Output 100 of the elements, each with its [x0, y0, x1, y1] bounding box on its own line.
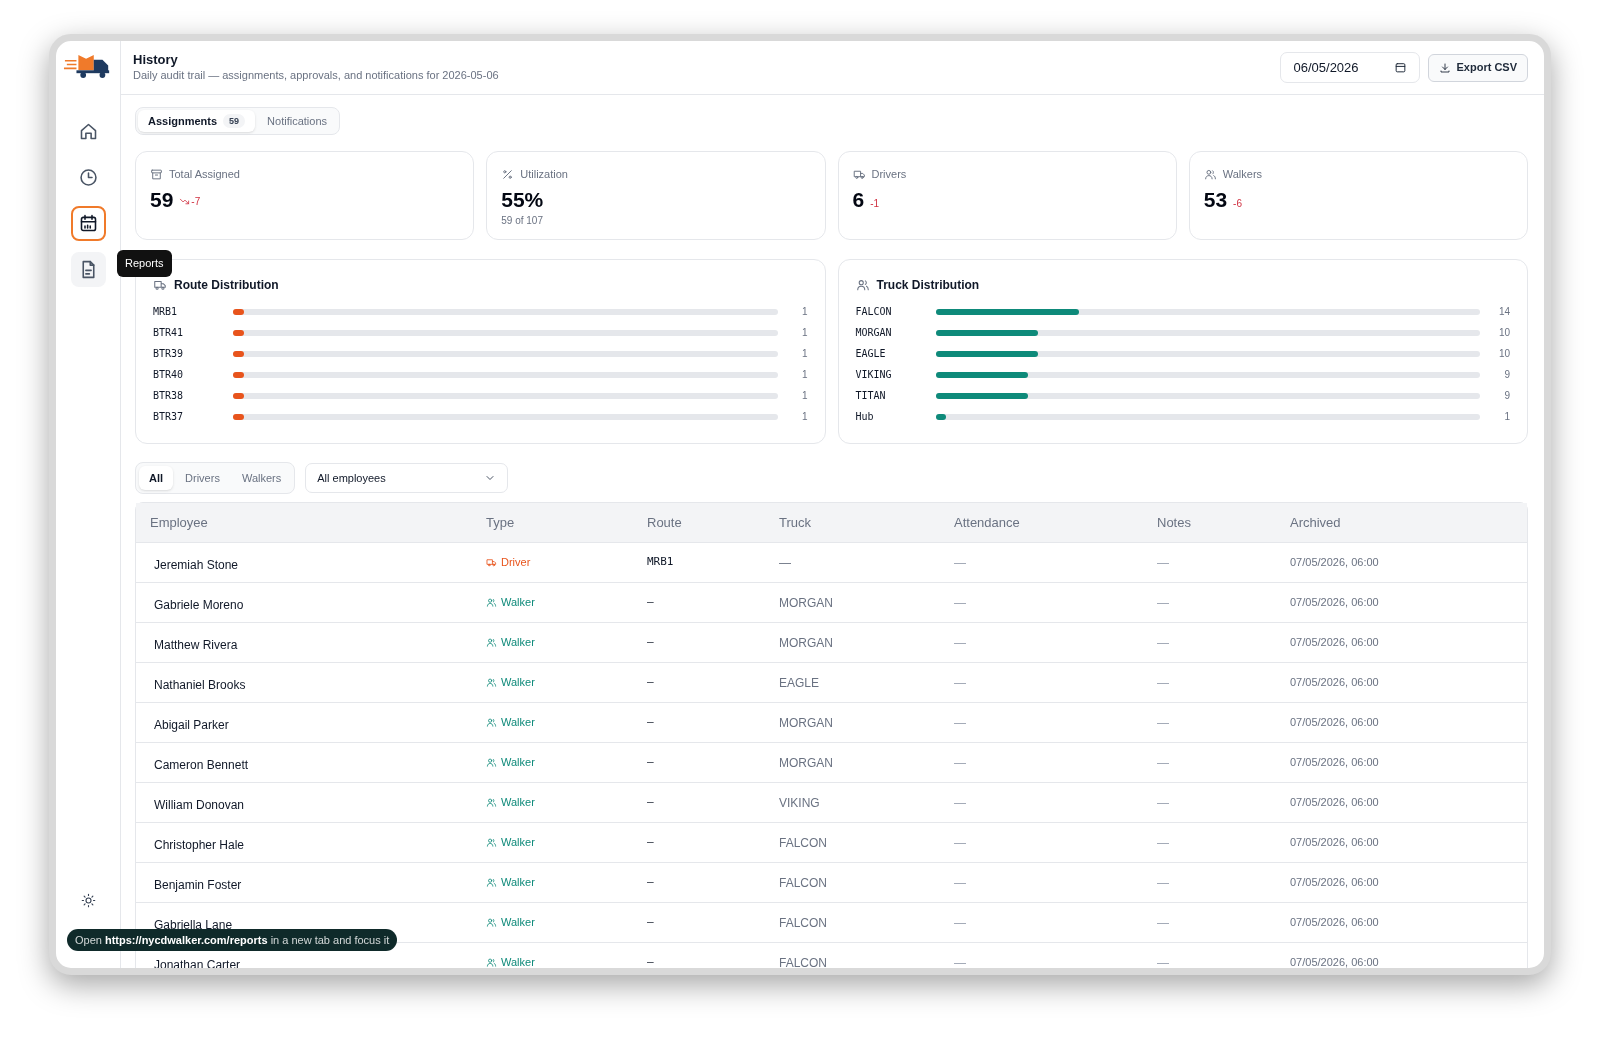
bar-label: BTR40 [153, 368, 185, 382]
table-cell-text: — [954, 674, 967, 692]
date-field[interactable]: 06/05/2026 [1280, 52, 1421, 83]
table-cell-text: 07/05/2026, 06:00 [1290, 955, 1380, 968]
people-icon [855, 278, 870, 292]
table-cell-text: William Donovan [153, 796, 246, 814]
table-cell-text: – [647, 914, 655, 931]
table-cell-text: — [954, 834, 967, 852]
card-title: Truck Distribution [876, 277, 980, 294]
table-cell-text: — [954, 594, 967, 612]
type-label: Walker [501, 835, 535, 851]
table-cell-text: FALCON [779, 914, 828, 932]
table-cell-text: – [647, 754, 655, 771]
employee-select[interactable]: All employees [305, 463, 509, 493]
table-cell-text: — [1157, 594, 1170, 612]
column-header: Type [486, 513, 516, 532]
bar-count: 1 [800, 410, 808, 424]
type-label: Walker [501, 955, 535, 968]
stat-delta: -1 [870, 196, 880, 211]
table-cell-text: 07/05/2026, 06:00 [1290, 875, 1380, 891]
table-cell-text: — [1157, 954, 1170, 968]
stat-value: 53 [1203, 186, 1228, 213]
table-cell-text: Gabriele Moreno [153, 596, 245, 614]
column-header: Attendance [954, 513, 1021, 532]
table-cell-text: — [1157, 714, 1170, 732]
table-cell-text: VIKING [779, 794, 821, 812]
count-badge: 59 [223, 114, 246, 128]
people-icon [486, 597, 497, 608]
truck-icon [486, 557, 497, 568]
table-cell-text: FALCON [779, 954, 828, 968]
column-header: Archived [1290, 513, 1342, 532]
table-cell-text: – [647, 674, 655, 691]
table-cell-text: Jeremiah Stone [153, 556, 240, 574]
type-label: Walker [501, 635, 535, 651]
people-icon [1203, 167, 1217, 181]
table-cell-text: MORGAN [779, 594, 834, 612]
column-header: Notes [1157, 513, 1192, 532]
export-csv-button[interactable]: Export CSV [1428, 53, 1528, 82]
filter-tab[interactable]: Walkers [231, 466, 292, 490]
people-icon [486, 797, 497, 808]
bar-count: 1 [800, 305, 808, 319]
stat-value: 6 [852, 186, 865, 213]
bar-label: FALCON [855, 305, 893, 319]
table-cell-text: FALCON [779, 874, 828, 892]
bar-count: 1 [800, 347, 808, 361]
filter-tab[interactable]: All [139, 466, 174, 490]
table-cell-text: — [779, 554, 792, 572]
table-cell-text: 07/05/2026, 06:00 [1290, 915, 1380, 931]
table-cell-text: Christopher Hale [153, 836, 246, 854]
people-icon [486, 677, 497, 688]
bar-count: 1 [800, 389, 808, 403]
column-header: Route [647, 513, 683, 532]
column-header: Truck [779, 513, 813, 532]
stat-label: Total Assigned [169, 167, 240, 182]
stat-delta: -7 [191, 194, 201, 209]
table-cell-text: — [954, 714, 967, 732]
sidebar-nav-button[interactable] [70, 206, 106, 241]
filter-tab[interactable]: Drivers [175, 466, 230, 490]
percent-icon [501, 167, 515, 181]
table-cell-text: – [647, 834, 655, 851]
bar-count: 10 [1497, 347, 1510, 361]
table-cell-text: — [1157, 914, 1170, 932]
calendar-icon[interactable] [1394, 61, 1408, 74]
table-cell-text: 07/05/2026, 06:00 [1290, 755, 1380, 771]
bar-count: 1 [1503, 410, 1510, 424]
table-cell-text: — [1157, 634, 1170, 652]
bar-label: TITAN [855, 389, 887, 403]
table-cell-text: 07/05/2026, 06:00 [1290, 675, 1380, 691]
table-cell-text: – [647, 634, 655, 651]
table-cell-text: 07/05/2026, 06:00 [1290, 835, 1380, 851]
table-cell-text: — [1157, 754, 1170, 772]
people-icon [486, 957, 497, 968]
table-cell-text: MORGAN [779, 714, 834, 732]
stat-label: Utilization [520, 167, 568, 182]
bar-label: MORGAN [855, 326, 893, 340]
table-cell-text: FALCON [779, 834, 828, 852]
type-label: Walker [501, 915, 535, 931]
people-icon [486, 837, 497, 848]
stat-subtext: 59 of 107 [501, 213, 544, 228]
table-cell-text: — [954, 554, 967, 572]
bar-label: EAGLE [855, 347, 887, 361]
sun-icon [80, 892, 96, 908]
bar-count: 10 [1497, 326, 1510, 340]
tab[interactable]: Notifications [257, 110, 337, 132]
archive-icon [150, 167, 163, 181]
table-cell-text: EAGLE [779, 674, 821, 692]
download-icon [1439, 61, 1452, 74]
table-cell-text: MORGAN [779, 754, 834, 772]
sidebar-nav-button[interactable] [70, 252, 106, 287]
table-cell-text: 07/05/2026, 06:00 [1290, 795, 1380, 811]
bar-label: BTR39 [153, 347, 185, 361]
table-cell-text: – [647, 714, 655, 731]
people-icon [486, 757, 497, 768]
table-cell-text: — [1157, 554, 1170, 572]
bar-label: VIKING [855, 368, 893, 382]
bar-label: BTR41 [153, 326, 185, 340]
tab[interactable]: Assignments 59 [138, 110, 256, 132]
table-cell-text: — [1157, 794, 1170, 812]
bar-count: 1 [800, 326, 808, 340]
table-cell-text: 07/05/2026, 06:00 [1290, 635, 1380, 651]
